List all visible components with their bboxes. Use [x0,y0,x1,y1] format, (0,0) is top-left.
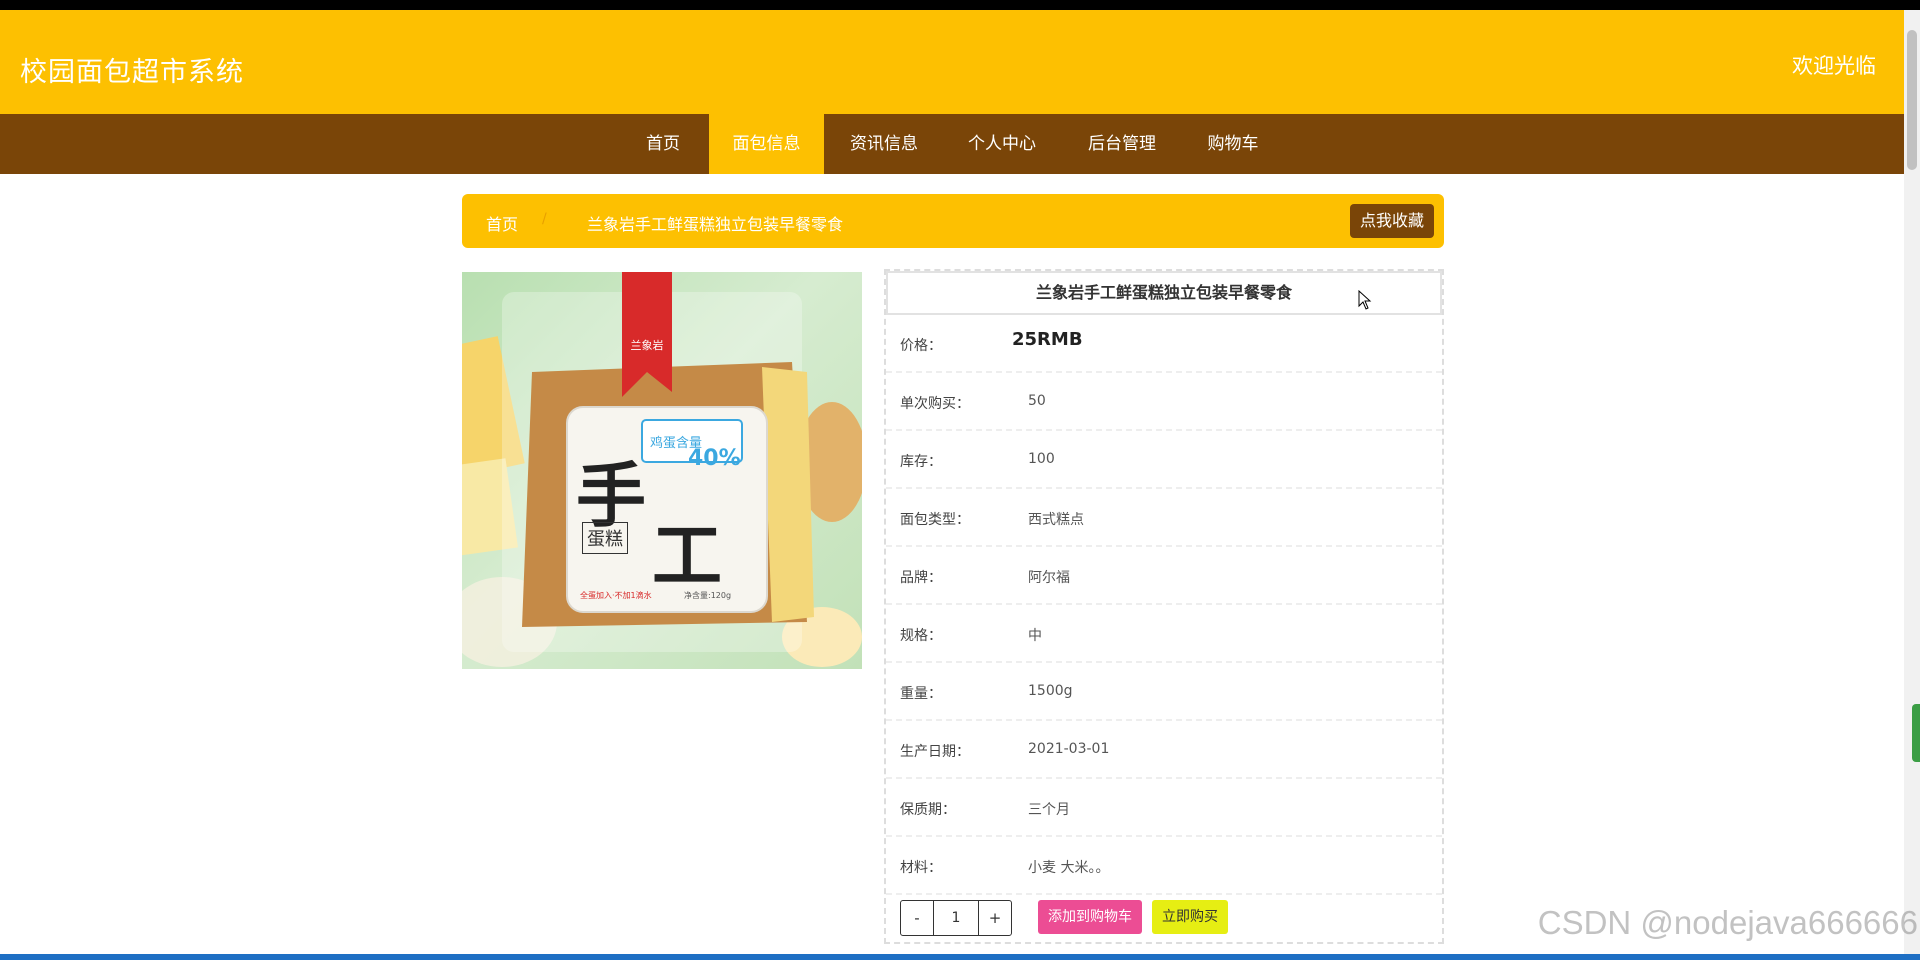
breadcrumb-home-link[interactable]: 首页 [486,211,518,235]
window-top-strip [0,0,1920,10]
site-header: 校园面包超市系统 欢迎光临 [0,10,1904,114]
quantity-decrease-button[interactable]: - [901,901,934,935]
page-scrollbar[interactable] [1904,10,1920,954]
row-price: 价格： 25RMB [886,315,1442,373]
egg-content-value: 40% [688,446,741,471]
favorite-button[interactable]: 点我收藏 [1349,204,1434,238]
side-indicator [1912,704,1920,762]
brand-label: 品牌： [900,570,942,586]
shelf-life-label: 保质期： [900,802,956,818]
taskbar-edge [0,954,1920,960]
main-nav: 首页 面包信息 资讯信息 个人中心 后台管理 购物车 [0,114,1904,174]
row-shelf-life: 保质期： 三个月 [886,779,1442,837]
spec-value: 中 [1028,628,1042,644]
nav-item-cart[interactable]: 购物车 [1196,114,1270,174]
label-net-weight: 净含量:120g [684,591,732,600]
price-label: 价格： [900,338,942,354]
stock-label: 库存： [900,454,942,470]
row-stock: 库存： 100 [886,431,1442,489]
nav-item-bread-info[interactable]: 面包信息 [709,114,824,174]
buy-now-button[interactable]: 立即购买 [1152,900,1228,934]
nav-item-home[interactable]: 首页 [626,114,700,174]
bread-type-label: 面包类型： [900,512,970,528]
ribbon-brand-text: 兰象岩 [630,339,664,352]
label-char-gong: 工 [652,514,722,597]
row-materials: 材料： 小麦 大米。。 [886,837,1442,895]
breadcrumb: 首页 / 兰象岩手工鲜蛋糕独立包装早餐零食 点我收藏 [462,194,1444,248]
row-single-purchase: 单次购买： 50 [886,373,1442,431]
nav-item-personal-center[interactable]: 个人中心 [952,114,1052,174]
cake-package-illustration [462,272,862,667]
production-date-label: 生产日期： [900,744,970,760]
brand-value: 阿尔福 [1028,570,1070,586]
product-detail-panel: 兰象岩手工鲜蛋糕独立包装早餐零食 价格： 25RMB 单次购买： 50 库存： … [884,269,1444,944]
label-cake-text: 蛋糕 [582,522,628,554]
welcome-text: 欢迎光临 [1792,54,1876,78]
production-date-value: 2021-03-01 [1028,741,1110,757]
breadcrumb-separator: / [542,211,547,227]
nav-item-admin[interactable]: 后台管理 [1072,114,1172,174]
shelf-life-value: 三个月 [1028,802,1070,818]
product-image: 兰象岩 鸡蛋含量 40% 手 工 蛋糕 全蛋加入·不加1滴水 净含量:120g [462,272,862,669]
stock-value: 100 [1028,451,1055,467]
row-production-date: 生产日期： 2021-03-01 [886,721,1442,779]
nav-item-news[interactable]: 资讯信息 [834,114,934,174]
csdn-watermark: CSDN @nodejava666666 [1537,904,1918,941]
mouse-cursor-icon [1358,290,1372,310]
weight-label: 重量： [900,686,942,702]
breadcrumb-current: 兰象岩手工鲜蛋糕独立包装早餐零食 [587,215,844,234]
quantity-input[interactable] [935,901,977,935]
materials-value: 小麦 大米。。 [1028,860,1110,876]
label-footer-text: 全蛋加入·不加1滴水 [580,591,652,600]
row-bread-type: 面包类型： 西式糕点 [886,489,1442,547]
quantity-stepper: - + [900,900,1012,936]
row-brand: 品牌： 阿尔福 [886,547,1442,605]
add-to-cart-button[interactable]: 添加到购物车 [1038,900,1142,934]
price-value: 25RMB [1012,329,1083,350]
spec-label: 规格： [900,628,942,644]
row-spec: 规格： 中 [886,605,1442,663]
materials-label: 材料： [900,860,942,876]
single-purchase-label: 单次购买： [900,396,970,412]
row-weight: 重量： 1500g [886,663,1442,721]
single-purchase-value: 50 [1028,393,1046,409]
site-title: 校园面包超市系统 [20,57,244,88]
scrollbar-thumb[interactable] [1907,30,1917,170]
quantity-increase-button[interactable]: + [978,901,1011,935]
weight-value: 1500g [1028,683,1073,699]
bread-type-value: 西式糕点 [1028,512,1084,528]
